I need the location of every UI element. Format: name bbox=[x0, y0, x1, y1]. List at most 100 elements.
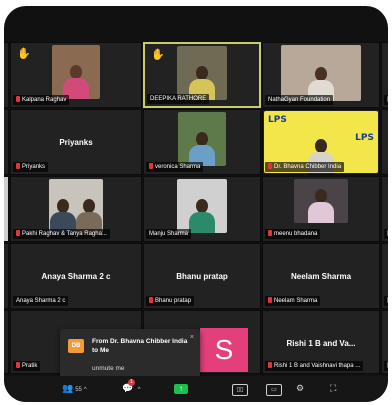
mic-muted-icon bbox=[387, 96, 388, 102]
participant-label: meenu bhadana bbox=[265, 229, 321, 239]
participant-label: Y bbox=[384, 361, 388, 371]
participant-tile[interactable]: N bbox=[381, 42, 388, 108]
participant-tile-nathagyan[interactable]: NathaGyan Foundation bbox=[262, 42, 380, 108]
participant-video bbox=[52, 45, 100, 99]
mic-muted-icon bbox=[16, 230, 20, 236]
participant-label: Pratik bbox=[13, 361, 41, 371]
view-toggle-button[interactable]: ▭ bbox=[266, 382, 282, 396]
fullscreen-icon: ⛶ bbox=[330, 383, 337, 393]
notification-message: unmute me bbox=[92, 365, 125, 372]
participant-name-center: Rishi 1 B and Va... bbox=[286, 339, 356, 348]
share-screen-button[interactable]: ↑ bbox=[174, 382, 188, 394]
mic-muted-icon bbox=[16, 362, 20, 368]
mic-muted-icon bbox=[268, 362, 272, 368]
mic-muted-icon bbox=[387, 297, 388, 303]
participant-video bbox=[281, 45, 361, 101]
participant-label: Neelam Sharma bbox=[265, 296, 321, 306]
pink-avatar-tile[interactable]: S bbox=[200, 328, 248, 372]
participant-video bbox=[294, 179, 348, 223]
mic-muted-icon bbox=[268, 230, 272, 236]
person-figure bbox=[50, 199, 76, 233]
mic-muted-icon bbox=[268, 163, 272, 169]
participant-tile[interactable]: N bbox=[4, 42, 9, 108]
participant-label: Priyanks bbox=[13, 162, 49, 172]
participant-video bbox=[49, 179, 103, 233]
participant-tile[interactable] bbox=[4, 243, 9, 309]
participant-tile-priyanks[interactable]: Priyanks Priyanks bbox=[10, 109, 142, 175]
person-figure bbox=[76, 199, 102, 233]
participant-tile-neelam[interactable]: Neelam Sharma Neelam Sharma bbox=[262, 243, 380, 309]
chat-unread-badge: 1 bbox=[128, 379, 135, 386]
zoom-meeting-window: N ✋ Kalpana Raghav ✋ DEEPIKA RATHORE bbox=[4, 6, 388, 402]
participant-video bbox=[178, 112, 226, 166]
participants-button[interactable]: 👥 55 ^ bbox=[62, 382, 87, 396]
participant-tile[interactable] bbox=[4, 109, 9, 175]
participant-tile-manju[interactable]: Manju Sharma bbox=[143, 176, 261, 242]
mic-muted-icon bbox=[387, 362, 388, 368]
participant-label: Anaya Sharma 2 c bbox=[13, 296, 69, 306]
gallery-icon: ▯▯ bbox=[232, 384, 248, 396]
participant-tile-bhavna[interactable]: LPS LPS Dr. Bhavna Chibber India bbox=[262, 109, 380, 175]
participant-tile[interactable] bbox=[381, 109, 388, 175]
person-figure bbox=[189, 132, 215, 166]
participant-tile[interactable]: N bbox=[381, 176, 388, 242]
notification-title: From Dr. Bhavna Chibber India to Me bbox=[92, 338, 188, 354]
chat-button[interactable]: 💬 1 ^ bbox=[122, 379, 141, 396]
participant-name-center: Priyanks bbox=[59, 138, 93, 147]
participant-tile-veronica[interactable]: veronica Sharma bbox=[143, 109, 261, 175]
participant-name-center: Neelam Sharma bbox=[290, 272, 352, 281]
participant-tile[interactable]: N bbox=[381, 243, 388, 309]
mic-muted-icon bbox=[268, 297, 272, 303]
participant-label: NathaGyan Foundation bbox=[265, 95, 334, 105]
raised-hand-icon: ✋ bbox=[17, 48, 31, 60]
participant-label: N bbox=[384, 229, 388, 239]
participant-tile-rishi[interactable]: Rishi 1 B and Va... Rishi 1 B and Vaishn… bbox=[262, 310, 380, 374]
participant-label: DEEPIKA RATHORE bbox=[147, 94, 210, 104]
person-figure bbox=[63, 65, 89, 99]
participant-name-center: Bhanu pratap bbox=[176, 272, 228, 281]
participant-label: N bbox=[384, 296, 388, 306]
gear-icon: ⚙ bbox=[296, 383, 305, 393]
participant-name-center: Anaya Sharma 2 c bbox=[41, 272, 111, 281]
participant-tile-kalpana[interactable]: ✋ Kalpana Raghav bbox=[10, 42, 142, 108]
participant-label: Bhanu pratap bbox=[146, 296, 195, 306]
participant-tile-bhanu[interactable]: Bhanu pratap Bhanu pratap bbox=[143, 243, 261, 309]
participant-tile-meenu[interactable]: meenu bhadana bbox=[262, 176, 380, 242]
close-icon[interactable]: × bbox=[190, 334, 194, 341]
participant-video bbox=[177, 46, 227, 100]
participant-label: veronica Sharma bbox=[146, 162, 204, 172]
participant-tile[interactable] bbox=[4, 176, 9, 242]
participant-label: Pakhi Raghav & Tanya Ragha... bbox=[13, 229, 110, 239]
participants-count: 55 bbox=[75, 387, 82, 393]
share-screen-icon: ↑ bbox=[174, 384, 188, 394]
lps-logo-right: LPS bbox=[355, 133, 374, 143]
participant-tile[interactable] bbox=[4, 310, 9, 374]
participant-label: Dr. Bhavna Chibber India bbox=[265, 162, 345, 172]
participant-tile-pakhi[interactable]: Pakhi Raghav & Tanya Ragha... bbox=[10, 176, 142, 242]
mic-muted-icon bbox=[16, 96, 20, 102]
lps-logo-left: LPS bbox=[268, 115, 287, 125]
avatar-letter: S bbox=[214, 334, 234, 365]
gallery-view-button[interactable]: ▯▯ bbox=[232, 382, 248, 396]
participant-label: Kalpana Raghav bbox=[13, 95, 70, 105]
mic-muted-icon bbox=[149, 297, 153, 303]
mic-muted-icon bbox=[387, 230, 388, 236]
mic-muted-icon bbox=[16, 163, 20, 169]
sender-avatar-badge: DB bbox=[68, 339, 84, 353]
participant-label: Rishi 1 B and Vaishnavi thapa ... bbox=[265, 361, 364, 371]
participant-grid: N ✋ Kalpana Raghav ✋ DEEPIKA RATHORE bbox=[4, 42, 388, 374]
participant-tile-deepika[interactable]: ✋ DEEPIKA RATHORE bbox=[143, 42, 261, 108]
participants-icon: 👥 bbox=[62, 383, 74, 393]
participant-video bbox=[177, 179, 227, 233]
fullscreen-button[interactable]: ⛶ bbox=[330, 382, 336, 394]
view-icon: ▭ bbox=[266, 384, 282, 396]
participant-tile-anaya[interactable]: Anaya Sharma 2 c Anaya Sharma 2 c bbox=[10, 243, 142, 309]
mic-muted-icon bbox=[149, 163, 153, 169]
participant-label: N bbox=[384, 95, 388, 105]
settings-button[interactable]: ⚙ bbox=[296, 382, 304, 394]
participant-label: Manju Sharma bbox=[146, 229, 192, 239]
participant-tile[interactable]: Y bbox=[381, 310, 388, 374]
person-figure bbox=[308, 189, 334, 223]
person-figure bbox=[189, 199, 215, 233]
meeting-toolbar: 👥 55 ^ 💬 1 ^ ↑ ▯▯ ▭ ⚙ ⛶ bbox=[4, 376, 388, 402]
